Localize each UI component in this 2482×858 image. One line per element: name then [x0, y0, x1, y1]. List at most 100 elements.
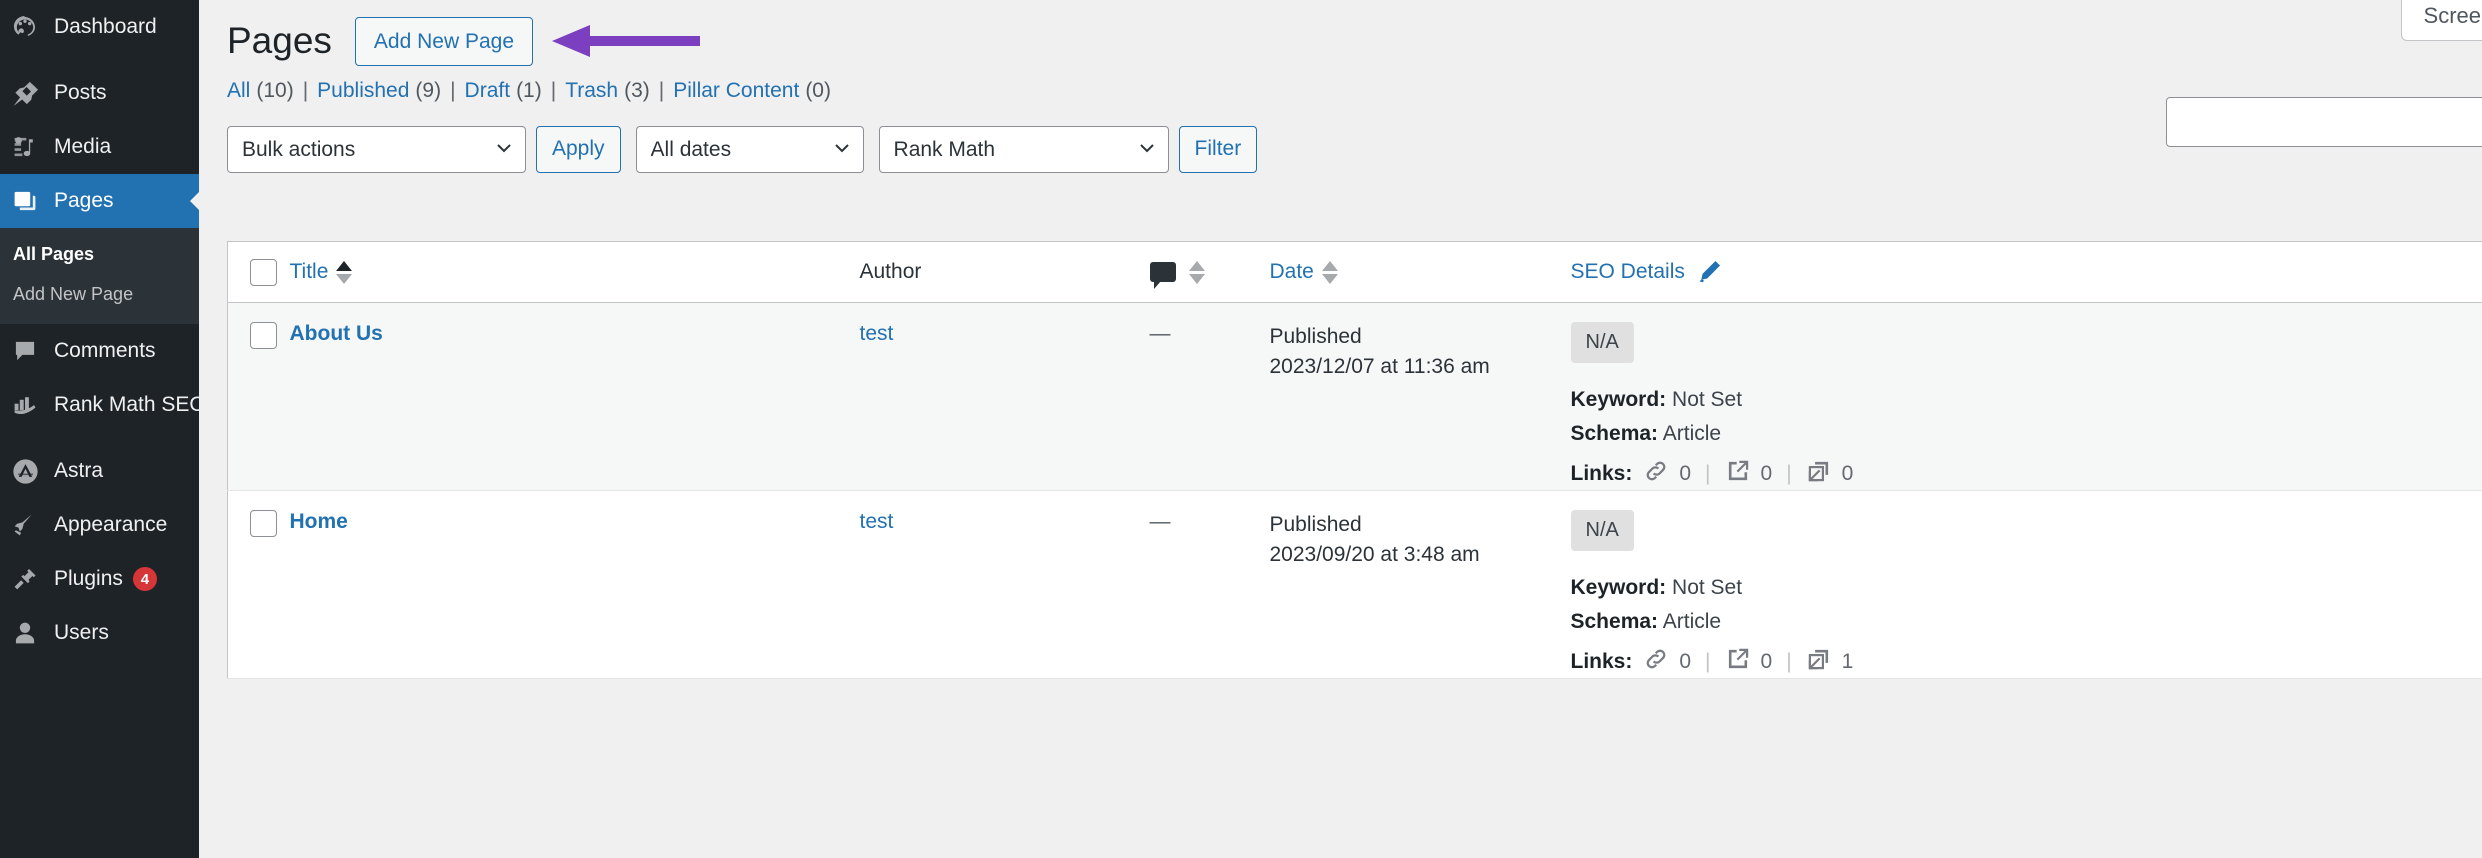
sidebar-item-media[interactable]: Media: [0, 120, 199, 174]
seo-keyword-value: Not Set: [1672, 576, 1742, 599]
table-row[interactable]: Home test — Published 2023/09/20 at 3:48…: [228, 491, 2482, 679]
seo-details-edit-link[interactable]: SEO Details: [1571, 258, 1723, 286]
status-link-draft[interactable]: Draft (1) |: [465, 79, 566, 103]
column-header-date: Date: [1270, 242, 1545, 303]
pages-icon: [12, 187, 44, 215]
rank-math-filter-select[interactable]: Rank Math: [879, 126, 1169, 173]
status-link-pillar-content[interactable]: Pillar Content (0): [673, 79, 831, 103]
select-all-checkbox[interactable]: [250, 259, 277, 286]
links-divider: |: [1786, 650, 1791, 674]
row-author-cell: test: [860, 303, 1150, 491]
table-head: Title Author Date: [228, 242, 2482, 303]
status-link-label[interactable]: Draft: [465, 79, 511, 103]
plugins-icon: [12, 565, 44, 593]
page-title-link[interactable]: About Us: [290, 322, 383, 345]
comments-count: —: [1150, 510, 1171, 533]
sidebar-item-pages[interactable]: Pages: [0, 174, 199, 228]
sidebar-subitem-add-new-page[interactable]: Add New Page: [0, 274, 199, 314]
external-links-count: 0: [1761, 462, 1773, 486]
external-link-icon: [1725, 646, 1751, 678]
rank-math-filter-wrap: Rank Math: [879, 126, 1169, 173]
status-link-trash[interactable]: Trash (3) |: [565, 79, 673, 103]
status-link-label[interactable]: Trash: [565, 79, 618, 103]
sidebar-item-rank-math-seo[interactable]: Rank Math SEO: [0, 378, 199, 432]
status-divider: |: [303, 79, 308, 103]
pencil-icon[interactable]: [1695, 258, 1723, 286]
incoming-links-count: 1: [1842, 650, 1854, 674]
sidebar-item-dashboard[interactable]: Dashboard: [0, 0, 199, 54]
table-row[interactable]: About Us test — Published 2023/12/07 at …: [228, 303, 2482, 491]
links-divider: |: [1705, 462, 1710, 486]
link-chain-icon: [1643, 458, 1669, 490]
sidebar-separator: [0, 54, 199, 66]
plugins-update-badge: 4: [133, 567, 157, 591]
filter-button[interactable]: Filter: [1179, 126, 1258, 173]
apply-button[interactable]: Apply: [536, 126, 621, 173]
main-content-area: Scree Pages Add New Page All (10) | Publ…: [199, 0, 2482, 858]
search-pages-input[interactable]: [2166, 97, 2482, 147]
seo-links-label: Links:: [1571, 462, 1633, 486]
row-select-checkbox[interactable]: [250, 322, 277, 349]
row-date-cell: Published 2023/12/07 at 11:36 am: [1270, 303, 1545, 491]
sort-date-link[interactable]: Date: [1270, 260, 1338, 284]
row-author-cell: test: [860, 491, 1150, 679]
media-icon: [12, 133, 44, 161]
add-new-page-button[interactable]: Add New Page: [355, 17, 533, 66]
sidebar-item-astra[interactable]: Astra: [0, 444, 199, 498]
column-header-title: Title: [290, 242, 860, 303]
date-status: Published: [1270, 322, 1545, 352]
internal-links: 0: [1643, 458, 1691, 490]
status-link-label[interactable]: Pillar Content: [673, 79, 799, 103]
screen-options-tab[interactable]: Scree: [2401, 0, 2482, 41]
bulk-actions-select[interactable]: Bulk actions: [227, 126, 526, 173]
status-link-published[interactable]: Published (9) |: [317, 79, 464, 103]
row-title-cell: About Us: [290, 303, 860, 491]
status-divider: |: [551, 79, 556, 103]
sort-title-link[interactable]: Title: [290, 260, 353, 284]
date-filter-wrap: All dates: [636, 126, 864, 173]
sidebar-item-plugins[interactable]: Plugins 4: [0, 552, 199, 606]
status-link-all[interactable]: All (10) |: [227, 79, 317, 103]
date-filter-select[interactable]: All dates: [636, 126, 864, 173]
bulk-actions-wrap: Bulk actions: [227, 126, 526, 173]
annotation-arrow-icon: [552, 26, 702, 56]
astra-icon: [12, 457, 44, 485]
row-date-cell: Published 2023/09/20 at 3:48 am: [1270, 491, 1545, 679]
status-link-label[interactable]: Published: [317, 79, 409, 103]
seo-links-line: Links: 0 |: [1571, 458, 2482, 490]
seo-score-badge: N/A: [1571, 322, 1634, 363]
page-title-link[interactable]: Home: [290, 510, 348, 533]
sidebar-item-label: Dashboard: [54, 15, 157, 39]
sidebar-subitem-all-pages[interactable]: All Pages: [0, 234, 199, 274]
page-header: Pages Add New Page: [199, 0, 2482, 62]
sidebar-item-users[interactable]: Users: [0, 606, 199, 660]
sidebar-item-comments[interactable]: Comments: [0, 324, 199, 378]
rank-math-icon: [12, 391, 44, 419]
seo-schema-value: Article: [1663, 422, 1721, 445]
sidebar-item-label: Rank Math SEO: [54, 393, 199, 417]
sidebar-item-label: Comments: [54, 339, 156, 363]
sidebar-separator: [0, 432, 199, 444]
column-header-title-label: Title: [290, 260, 329, 284]
sidebar-item-label: Users: [54, 621, 109, 645]
incoming-links: 1: [1806, 646, 1854, 678]
links-divider: |: [1786, 462, 1791, 486]
sort-arrows-icon[interactable]: [1322, 261, 1338, 284]
table-body: About Us test — Published 2023/12/07 at …: [228, 303, 2482, 679]
users-icon: [12, 619, 44, 647]
internal-links: 0: [1643, 646, 1691, 678]
sort-arrows-icon[interactable]: [1189, 261, 1205, 284]
row-select-checkbox[interactable]: [250, 510, 277, 537]
seo-schema-label: Schema:: [1571, 610, 1659, 633]
column-header-comments: [1150, 242, 1270, 303]
column-header-seo-label: SEO Details: [1571, 260, 1685, 284]
sidebar-item-appearance[interactable]: Appearance: [0, 498, 199, 552]
row-checkbox-cell: [228, 491, 290, 679]
sidebar-item-posts[interactable]: Posts: [0, 66, 199, 120]
author-link[interactable]: test: [860, 322, 894, 345]
external-links: 0: [1725, 458, 1773, 490]
seo-links-line: Links: 0 |: [1571, 646, 2482, 678]
sort-arrows-icon[interactable]: [336, 261, 352, 284]
author-link[interactable]: test: [860, 510, 894, 533]
status-link-label[interactable]: All: [227, 79, 250, 103]
